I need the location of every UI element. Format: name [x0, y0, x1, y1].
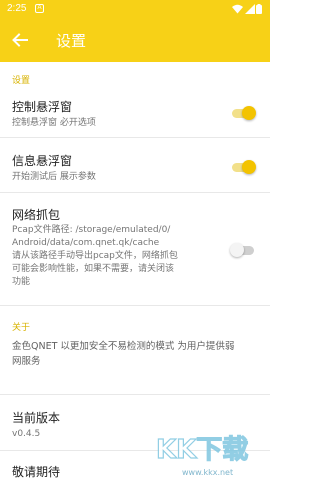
setting-subtitle: 开始测试后 展示参数 [12, 172, 96, 182]
wifi-icon [232, 4, 243, 14]
section-header-about: 关于 [12, 323, 31, 333]
packet-capture-toggle[interactable] [230, 243, 256, 257]
pcap-note-line: 功能 [12, 277, 31, 287]
about-description: 金色QNET 以更加安全不易检测的模式 为用户提供弱 网服务 [0, 339, 270, 395]
section-header-settings: 设置 [12, 76, 31, 86]
pcap-path-line: Pcap文件路径: /storage/emulated/0/ [12, 225, 171, 235]
battery-icon [256, 4, 262, 14]
setting-title: 信息悬浮窗 [12, 154, 73, 168]
about-text-line: 金色QNET 以更加安全不易检测的模式 为用户提供弱 [12, 341, 235, 352]
status-time: 2:25 [7, 3, 27, 14]
watermark-url: www.kkx.net [182, 468, 233, 477]
back-arrow-icon[interactable] [10, 30, 30, 50]
control-float-toggle[interactable] [230, 106, 256, 120]
pcap-path-line: Android/data/com.qnet.qk/cache [12, 238, 160, 248]
notification-icon: A [35, 4, 44, 13]
setting-packet-capture[interactable]: 网络抓包 Pcap文件路径: /storage/emulated/0/ Andr… [0, 193, 270, 306]
setting-info-float[interactable]: 信息悬浮窗 开始测试后 展示参数 [0, 138, 270, 193]
setting-control-float[interactable]: 控制悬浮窗 控制悬浮窗 必开选项 [0, 84, 270, 138]
setting-title: 控制悬浮窗 [12, 100, 73, 114]
pcap-note-line: 请从该路径手动导出pcap文件，网络抓包 [12, 251, 178, 261]
app-bar: 设置 [0, 18, 270, 62]
info-float-toggle[interactable] [230, 160, 256, 174]
settings-list: 设置 控制悬浮窗 控制悬浮窗 必开选项 信息悬浮窗 开始测试后 展示参数 网络抓… [0, 62, 270, 480]
about-text-line: 网服务 [12, 356, 41, 367]
page-title: 设置 [56, 32, 87, 50]
status-bar: 2:25 A [0, 0, 270, 18]
signal-icon [245, 4, 255, 14]
kkx-watermark-logo: KK下载 www.kkx.net [155, 434, 248, 477]
pcap-note-line: 可能会影响性能，如果不需要，请关闭该 [12, 264, 175, 274]
setting-title: 网络抓包 [12, 208, 61, 222]
watermark-text: KK下载 [156, 435, 248, 465]
setting-subtitle: 控制悬浮窗 必开选项 [12, 118, 96, 128]
